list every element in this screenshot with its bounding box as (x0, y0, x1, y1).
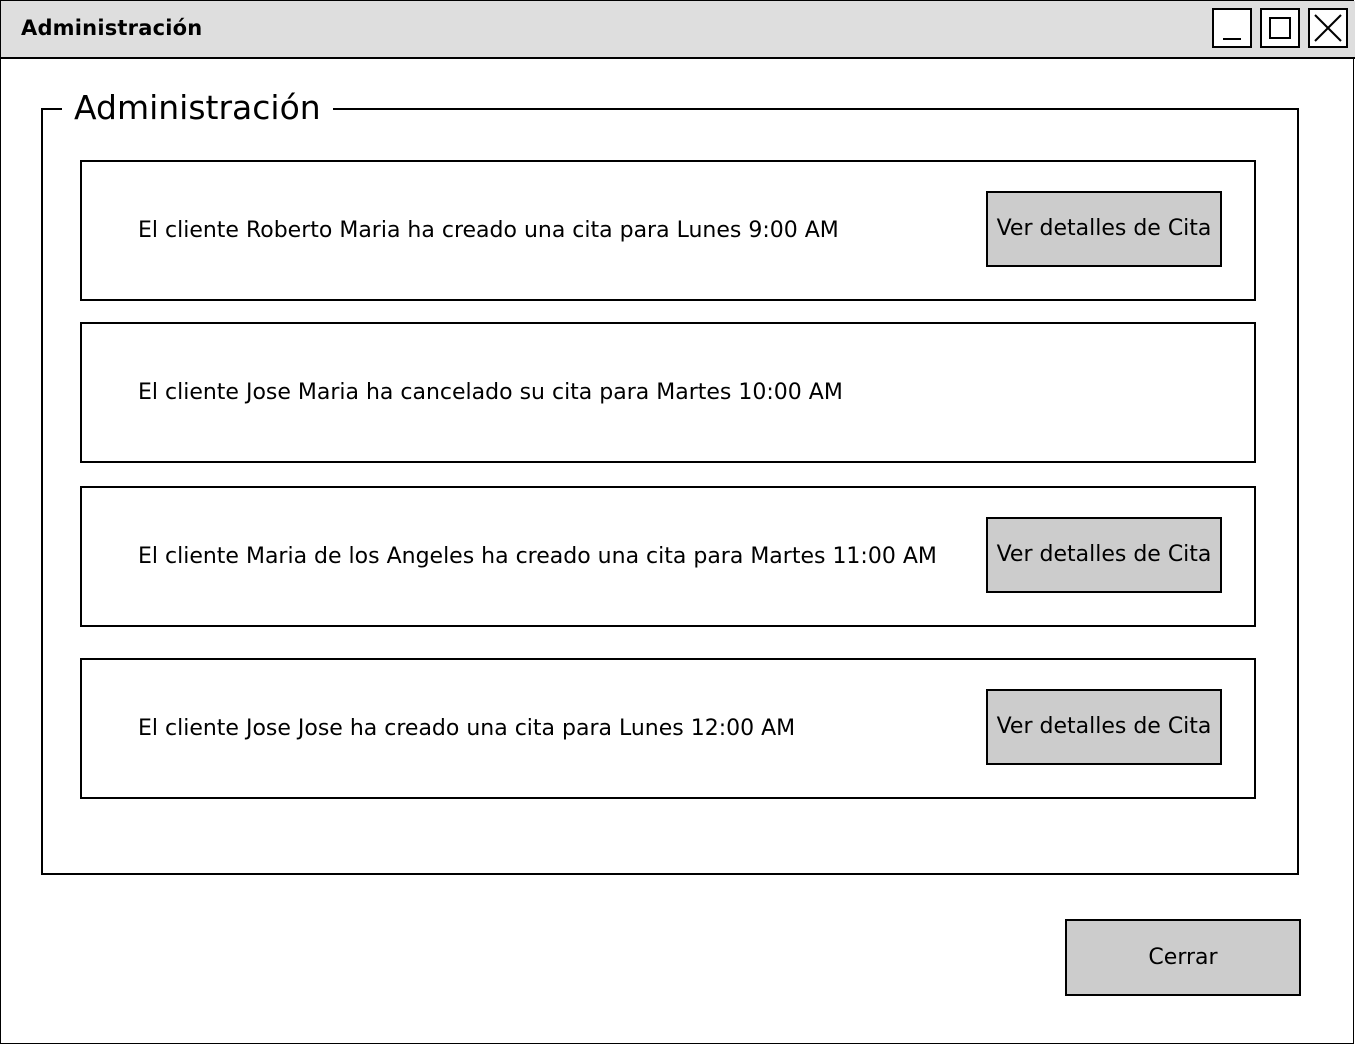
notification-text: El cliente Jose Maria ha cancelado su ci… (138, 380, 843, 405)
maximize-button[interactable] (1260, 8, 1300, 48)
notification-text: El cliente Roberto Maria ha creado una c… (138, 218, 839, 243)
notification-item: El cliente Jose Maria ha cancelado su ci… (80, 322, 1256, 463)
window-title: Administración (21, 16, 203, 40)
view-appointment-details-button[interactable]: Ver detalles de Cita (986, 191, 1222, 267)
view-appointment-details-button[interactable]: Ver detalles de Cita (986, 689, 1222, 765)
close-button[interactable]: Cerrar (1065, 919, 1301, 996)
notification-text: El cliente Maria de los Angeles ha cread… (138, 544, 937, 569)
title-bar[interactable]: Administración (1, 1, 1355, 59)
close-window-button[interactable] (1308, 8, 1348, 48)
maximize-icon (1269, 17, 1291, 39)
group-title: Administración (62, 86, 333, 130)
minimize-button[interactable] (1212, 8, 1252, 48)
notification-item: El cliente Jose Jose ha creado una cita … (80, 658, 1256, 799)
view-appointment-details-button[interactable]: Ver detalles de Cita (986, 517, 1222, 593)
notification-item: El cliente Maria de los Angeles ha cread… (80, 486, 1256, 627)
minimize-icon (1223, 38, 1241, 40)
notification-item: El cliente Roberto Maria ha creado una c… (80, 160, 1256, 301)
notification-text: El cliente Jose Jose ha creado una cita … (138, 716, 796, 741)
close-icon (1314, 14, 1342, 42)
